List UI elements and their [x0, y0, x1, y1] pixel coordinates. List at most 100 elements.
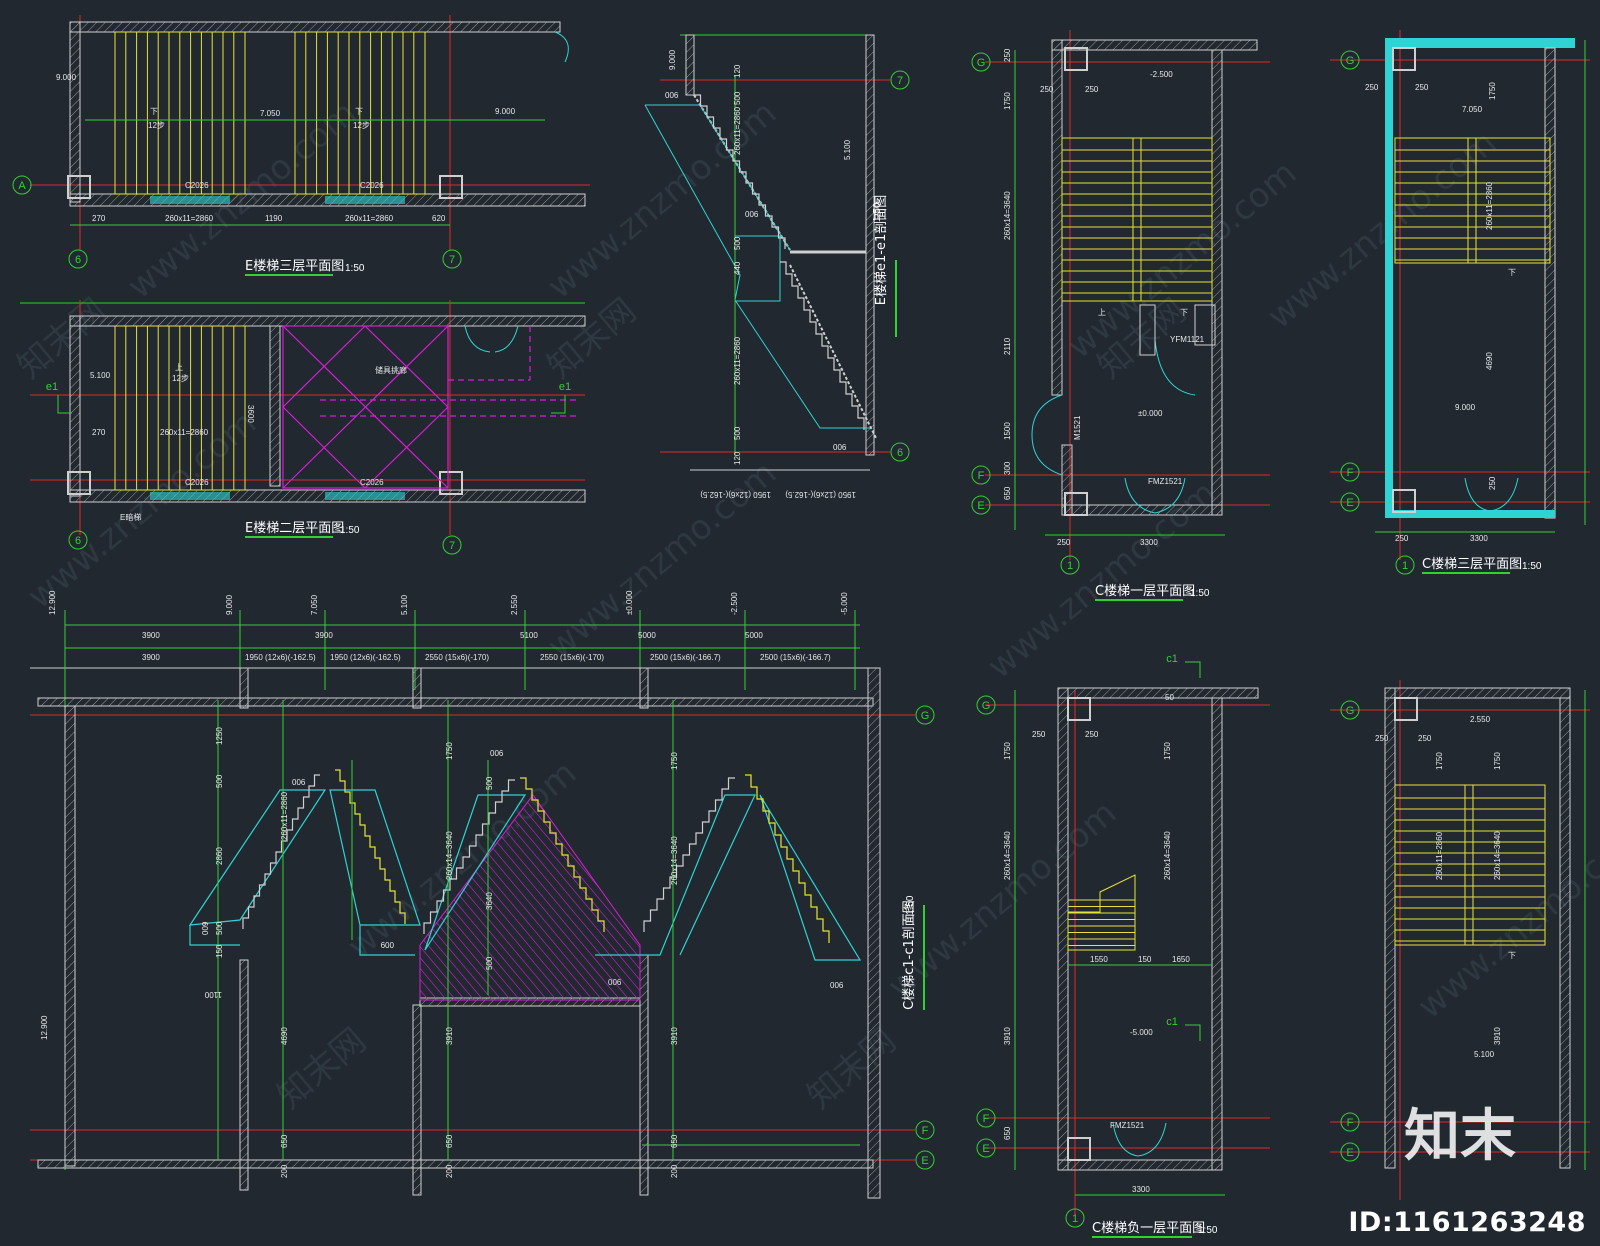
cc-elev: -2.500 — [730, 592, 739, 615]
e2-window: C2026 — [185, 478, 209, 487]
e2-room: 储具挑廊 — [375, 365, 407, 375]
c1-dim: 1500 — [1003, 422, 1012, 440]
axis-label: 6 — [897, 447, 903, 459]
cc-dim: 1250 — [215, 727, 224, 745]
es-dim: 006 — [833, 443, 847, 452]
e2-height: 3600 — [246, 405, 255, 423]
c1-elev: -2.500 — [1150, 70, 1173, 79]
stair-profile — [780, 261, 865, 430]
c1-door: FMZ1521 — [1148, 477, 1183, 486]
cc-elev: 5.100 — [400, 594, 409, 615]
cx-left: 250 — [1375, 734, 1389, 743]
axis-label: E — [977, 500, 984, 512]
c3-topleft: 250 — [1365, 83, 1379, 92]
cc-subspan: 2550 (15x6)(-170) — [425, 653, 489, 662]
c1-dim: 2110 — [1003, 337, 1012, 355]
e2-steps: 12步 — [172, 374, 189, 383]
axis-label: 7 — [449, 254, 455, 266]
axis-label: c1 — [1166, 1016, 1178, 1028]
e3-elev: 9.000 — [56, 73, 77, 82]
c3-dim: 260x11=2860 — [1485, 181, 1494, 230]
e2-elev: 5.100 — [90, 371, 111, 380]
e3-window: C2026 — [360, 181, 384, 190]
es-dim: 120 — [733, 451, 742, 465]
cb-scale: 1:50 — [1198, 1225, 1218, 1236]
cb-bottom-dim: 1650 — [1172, 955, 1190, 964]
c1-window: M1521 — [1073, 415, 1082, 440]
axis-label: F — [1347, 467, 1354, 479]
e2-note: E暗梯 — [120, 512, 141, 522]
axis-label: E — [921, 1155, 928, 1167]
cc-dim: 650 — [280, 1134, 289, 1148]
e2-dim: 270 — [92, 428, 106, 437]
cc-side: 12.900 — [40, 1015, 49, 1040]
axis-label: A — [18, 180, 26, 192]
e3-down: 下 — [150, 107, 158, 116]
c1-width: 3300 — [1140, 538, 1158, 547]
cc-dim: 260x14=3640 — [670, 836, 679, 885]
es-elev: 5.100 — [843, 139, 852, 160]
cb-inner-dim: 260x14=3640 — [1163, 831, 1172, 880]
cc-small: 009 — [380, 940, 394, 949]
es-dim: 006 — [745, 210, 759, 219]
cb-dim: 1750 — [1003, 742, 1012, 760]
cc-small: 009 — [201, 921, 210, 935]
cc-dim: 260x14=3640 — [445, 831, 454, 880]
c1-up: 上 — [1098, 308, 1106, 317]
es-elev: 9.000 — [668, 49, 677, 70]
e3-dim: 260x11=2860 — [165, 214, 214, 223]
cc-small: 006 — [608, 978, 622, 987]
cc-dim: 4690 — [280, 1027, 289, 1045]
c3-elev: 9.000 — [1455, 403, 1476, 412]
c3-dim: 250 — [1488, 476, 1497, 490]
c1-dim: 650 — [1003, 486, 1012, 500]
c1-elev: ±0.000 — [1138, 409, 1163, 418]
c1-left: 250 — [1057, 538, 1071, 547]
cc-title: C楼梯c1-c1剖面图 — [902, 900, 917, 1010]
e3-dim: 1190 — [265, 214, 283, 223]
cc-dim: 2860 — [215, 847, 224, 865]
cc-subspan: 1950 (12x6)(-162.5) — [245, 653, 316, 662]
es-dim: 260x11=2860 — [733, 106, 742, 155]
cb-left: 250 — [1032, 730, 1046, 739]
e3-elev: 7.050 — [260, 109, 281, 118]
watermark-logo-text: 知末 — [1404, 1104, 1516, 1169]
cx-dim: 1750 — [1493, 752, 1502, 770]
c1-door: YFM1121 — [1170, 335, 1205, 344]
es-bottom-dim: 1950 (12x6)(-162.5) — [700, 490, 771, 499]
cc-subspan: 2550 (15x6)(-170) — [540, 653, 604, 662]
cb-plan: 1750 260x14=3640 3910 650 1750 260x14=36… — [976, 653, 1270, 1238]
stair-profile — [745, 774, 830, 943]
e3-window: C2026 — [185, 181, 209, 190]
e3-steps: 12步 — [353, 121, 370, 130]
c3-scale: 1:50 — [1522, 561, 1542, 572]
cc-dim: 500 — [485, 776, 494, 790]
c1-dim: 260x14=3640 — [1003, 191, 1012, 240]
cc-span: 3900 — [142, 631, 160, 640]
cc-elev: 2.550 — [510, 594, 519, 615]
axis-label: c1 — [1166, 653, 1178, 665]
cc-dim: 3910 — [445, 1027, 454, 1045]
cc-dim: 650 — [670, 1134, 679, 1148]
axis-label: G — [977, 57, 986, 69]
cc-span: 5000 — [745, 631, 763, 640]
axis-label: F — [1347, 1117, 1354, 1129]
cc-dim: 200 — [670, 1164, 679, 1178]
cc-elev: -5.000 — [840, 592, 849, 615]
cc-dim: 3910 — [670, 1027, 679, 1045]
axis-label: 6 — [75, 254, 81, 266]
e3-scale: 1:50 — [345, 263, 365, 274]
cc-small: 1100 — [204, 990, 222, 999]
e3-title: E楼梯三层平面图 — [245, 259, 344, 274]
axis-label: e1 — [559, 381, 571, 393]
watermark-id: ID:1161263248 — [1348, 1207, 1586, 1238]
cx-dim: 1750 — [1435, 752, 1444, 770]
e2-dim: 260x11=2860 — [160, 428, 209, 437]
cx-top: 250 — [1418, 734, 1432, 743]
es-dim: 440 — [733, 261, 742, 275]
cb-dim: 650 — [1003, 1126, 1012, 1140]
axis-label: G — [921, 710, 930, 722]
axis-label: 1 — [1402, 560, 1408, 572]
watermark-text: www.znzmo.com — [20, 403, 264, 617]
e3-dim: 270 — [92, 214, 106, 223]
